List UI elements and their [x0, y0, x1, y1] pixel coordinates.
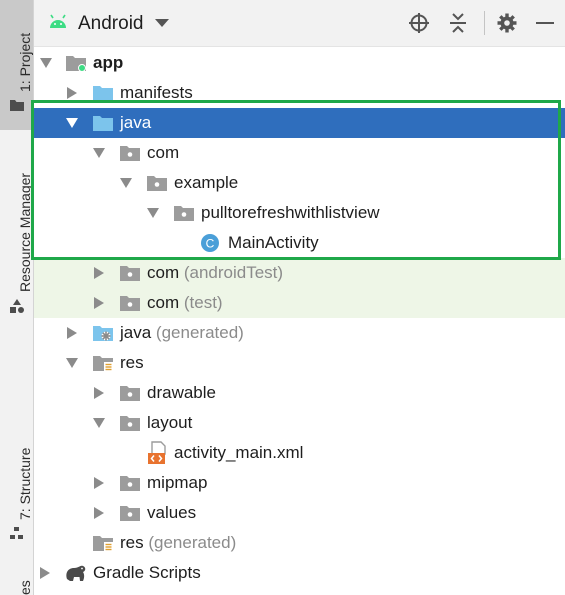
android-icon [50, 14, 66, 28]
build-variants-tab-label[interactable]: es [17, 580, 33, 595]
tree-node-label: pulltorefreshwithlistview [201, 203, 380, 222]
package-icon [120, 386, 140, 401]
structure-label: 7: Structure [17, 447, 33, 520]
tree-node-label: MainActivity [228, 233, 319, 252]
expanded-arrow-icon[interactable] [40, 58, 52, 68]
tree-node-label: layout [147, 413, 193, 432]
tree-node-app[interactable]: app [34, 48, 565, 78]
package-icon [174, 206, 194, 221]
tree-node-values[interactable]: values [34, 498, 565, 528]
collapsed-arrow-icon[interactable] [94, 387, 104, 399]
tree-node-gradle-scripts[interactable]: Gradle Scripts [34, 558, 565, 588]
expanded-arrow-icon[interactable] [66, 118, 78, 128]
tree-node-label: example [174, 173, 239, 192]
tree-node-res[interactable]: res [34, 348, 565, 378]
tree-node-drawable[interactable]: drawable [34, 378, 565, 408]
tree-node-java[interactable]: java [34, 108, 565, 138]
tree-node-label: mipmap [147, 473, 208, 492]
source-folder-icon [93, 116, 113, 131]
resource-manager-label: Resource Manager [17, 172, 33, 292]
class-icon: C [201, 234, 219, 252]
tree-node-label: java [120, 113, 152, 132]
package-icon [120, 476, 140, 491]
tool-window-strip: 1: Project Resource Manager 7: Structure… [0, 0, 34, 595]
tree-node-mipmap[interactable]: mipmap [34, 468, 565, 498]
collapsed-arrow-icon[interactable] [67, 327, 77, 339]
toolbar-separator [484, 11, 485, 35]
gradle-elephant-icon [66, 565, 86, 581]
tree-node-label: res (generated) [120, 533, 237, 552]
gear-icon[interactable] [496, 12, 518, 34]
tree-node-res-generated[interactable]: res (generated) [34, 528, 565, 558]
generated-folder-icon [93, 326, 113, 341]
collapsed-arrow-icon[interactable] [94, 477, 104, 489]
folder-icon [10, 100, 24, 111]
package-icon [120, 296, 140, 311]
source-set-suffix: (test) [183, 293, 223, 312]
collapse-all-icon[interactable] [447, 12, 469, 34]
tree-node-label: Gradle Scripts [93, 563, 201, 582]
collapsed-arrow-icon[interactable] [67, 87, 77, 99]
expanded-arrow-icon[interactable] [120, 178, 132, 188]
chevron-down-icon[interactable] [155, 19, 169, 27]
generated-suffix: (generated) [155, 323, 244, 342]
tree-node-label: manifests [120, 83, 193, 102]
tree-node-label: res [120, 353, 144, 372]
project-tool-tab[interactable]: 1: Project [0, 0, 33, 130]
resource-shapes-icon [10, 299, 24, 313]
generated-suffix: (generated) [148, 533, 237, 552]
tree-node-example[interactable]: example [34, 168, 565, 198]
tree-node-label: com [147, 143, 180, 162]
svg-text:C: C [206, 237, 215, 251]
project-tab-label: 1: Project [17, 32, 33, 92]
tree-node-com[interactable]: com [34, 138, 565, 168]
collapsed-arrow-icon[interactable] [40, 567, 50, 579]
tree-node-label: values [147, 503, 197, 522]
expanded-arrow-icon[interactable] [93, 148, 105, 158]
collapsed-arrow-icon[interactable] [94, 297, 104, 309]
package-icon [147, 176, 167, 191]
resource-folder-icon [93, 536, 113, 552]
xml-file-icon [148, 441, 166, 464]
collapsed-arrow-icon[interactable] [94, 267, 104, 279]
resource-folder-icon [93, 356, 113, 372]
collapsed-arrow-icon[interactable] [94, 507, 104, 519]
tree-node-label: com (androidTest) [147, 263, 284, 282]
package-icon [120, 416, 140, 431]
tree-node-java-generated[interactable]: java (generated) [34, 318, 565, 348]
source-set-suffix: (androidTest) [183, 263, 284, 282]
expanded-arrow-icon[interactable] [147, 208, 159, 218]
expanded-arrow-icon[interactable] [66, 358, 78, 368]
package-icon [120, 506, 140, 521]
package-icon [120, 146, 140, 161]
locate-target-icon[interactable] [408, 12, 430, 34]
tree-node-layout[interactable]: layout [34, 408, 565, 438]
tree-node-com-android-test[interactable]: com (androidTest) [34, 258, 565, 288]
tree-node-com-test[interactable]: com (test) [34, 288, 565, 318]
tree-node-label: java (generated) [120, 323, 244, 342]
tree-node-label: com (test) [147, 293, 223, 312]
view-mode-selector[interactable]: Android [78, 13, 144, 35]
tree-node-package[interactable]: pulltorefreshwithlistview [34, 198, 565, 228]
tree-node-label: drawable [147, 383, 216, 402]
tree-node-label: activity_main.xml [174, 443, 304, 462]
module-folder-icon [66, 56, 86, 72]
tree-node-activity-main[interactable]: activity_main.xml [34, 438, 565, 468]
project-view-header: Android [34, 0, 565, 47]
tree-node-main-activity[interactable]: C MainActivity [34, 228, 565, 258]
tree-node-manifests[interactable]: manifests [34, 78, 565, 108]
tree-node-label: app [93, 53, 124, 72]
minimize-icon[interactable] [534, 12, 556, 34]
folder-icon [93, 86, 113, 101]
expanded-arrow-icon[interactable] [93, 418, 105, 428]
structure-icon [10, 527, 23, 539]
package-icon [120, 266, 140, 281]
